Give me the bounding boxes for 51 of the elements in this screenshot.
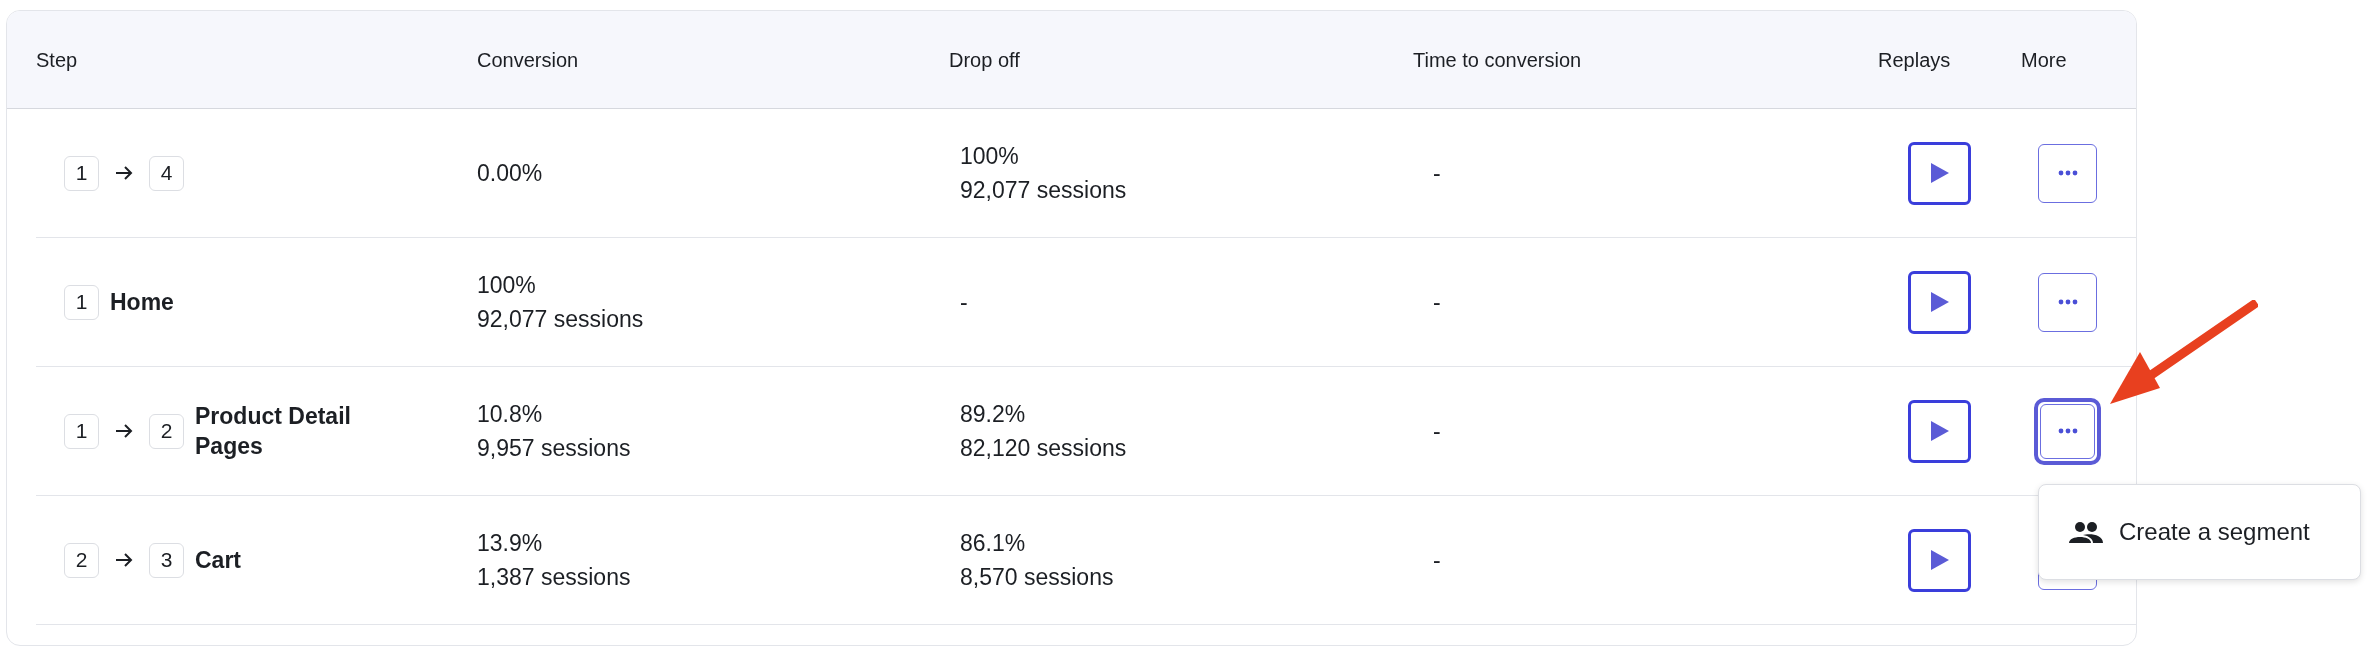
step-name: Cart — [195, 546, 242, 575]
table-cell-text: 100% — [477, 271, 537, 300]
replay-button[interactable] — [1908, 141, 1971, 205]
step-badge: 1 — [64, 155, 99, 191]
play-icon — [1930, 163, 1949, 183]
replay-button[interactable] — [1908, 399, 1971, 463]
more-icon — [2057, 428, 2078, 434]
more-icon — [2057, 299, 2078, 305]
play-icon — [1930, 421, 1949, 441]
play-icon — [1930, 292, 1949, 312]
more-icon — [2057, 170, 2078, 176]
column-header: Replays — [1878, 47, 1952, 73]
people-icon — [2069, 521, 2103, 543]
replay-button[interactable] — [1908, 528, 1971, 592]
column-header: Step — [36, 47, 79, 73]
step-badge: 4 — [149, 155, 184, 191]
step-badge: 1 — [64, 413, 99, 449]
table-cell-text: 82,120 sessions — [960, 434, 1128, 463]
step-badge: 3 — [149, 542, 184, 578]
column-header: Drop off — [949, 47, 1021, 73]
menu-item[interactable]: Create a segment — [2039, 506, 2360, 558]
table-cell-text: - — [1433, 288, 1442, 317]
table-cell-text: - — [1433, 546, 1442, 575]
column-header: Conversion — [477, 47, 580, 73]
table-cell-text: 0.00% — [477, 159, 544, 188]
table-cell-text: 100% — [960, 142, 1020, 171]
table-cell-text: 9,957 sessions — [477, 434, 632, 463]
table-cell-text: - — [960, 288, 969, 317]
table-cell-text: - — [1433, 159, 1442, 188]
arrow-icon — [115, 423, 133, 439]
table-cell-text: 89.2% — [960, 400, 1027, 429]
column-header: More — [2021, 47, 2068, 73]
step-badge: 2 — [149, 413, 184, 449]
table-cell-text: - — [1433, 417, 1442, 446]
table-cell-text: 92,077 sessions — [960, 176, 1128, 205]
table-cell-text: 86.1% — [960, 529, 1027, 558]
table-cell-text: 1,387 sessions — [477, 563, 632, 592]
step-name: Product Detail Pages — [195, 402, 352, 461]
column-header: Time to conversion — [1413, 47, 1583, 73]
table-cell-text: 92,077 sessions — [477, 305, 645, 334]
table-cell-text: 13.9% — [477, 529, 544, 558]
arrow-icon — [115, 552, 133, 568]
step-badge: 1 — [64, 284, 99, 320]
arrow-icon — [115, 165, 133, 181]
step-badge: 2 — [64, 542, 99, 578]
step-name: Home — [110, 288, 175, 317]
table-cell-text: 10.8% — [477, 400, 544, 429]
table-cell-text: 8,570 sessions — [960, 563, 1115, 592]
more-button[interactable] — [2034, 397, 2101, 465]
play-icon — [1930, 550, 1949, 570]
replay-button[interactable] — [1908, 270, 1971, 334]
